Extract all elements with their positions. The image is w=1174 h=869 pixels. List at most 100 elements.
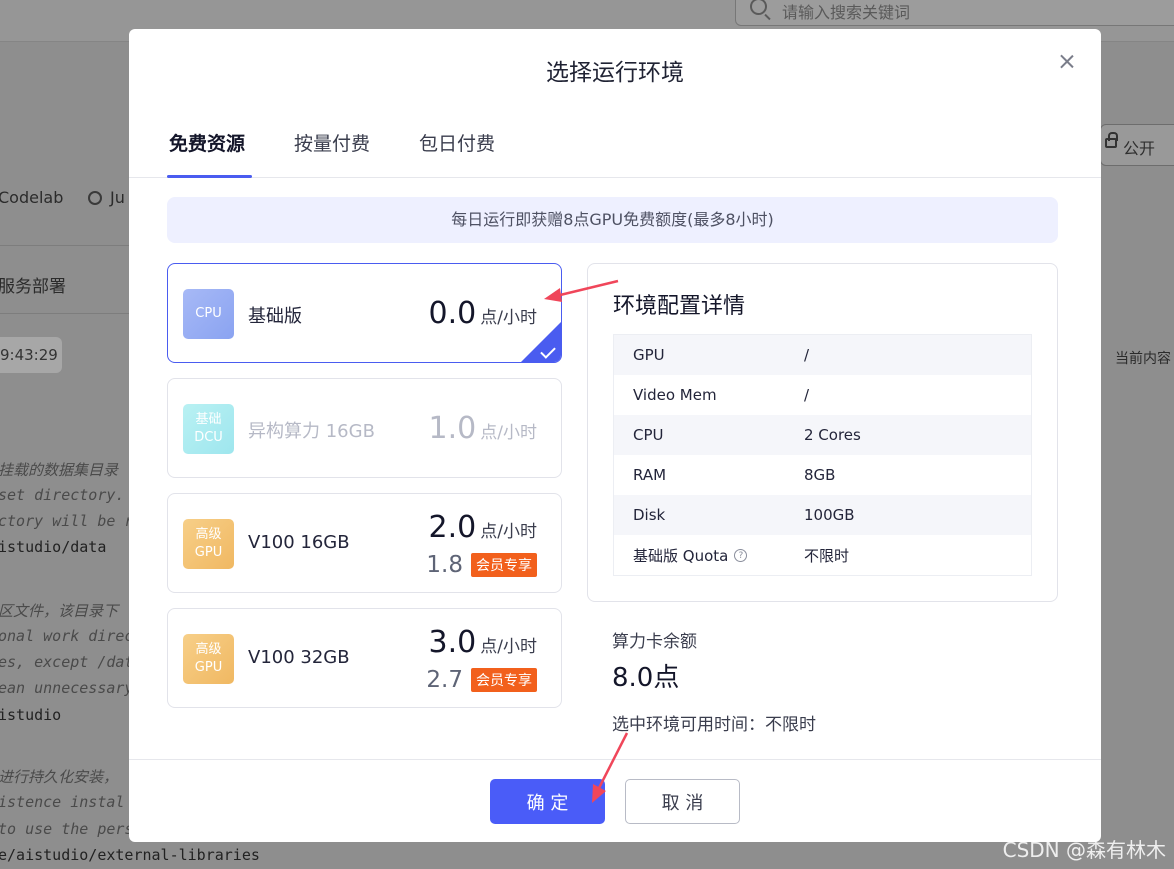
- tab-daily-billing[interactable]: 包日付费: [419, 129, 495, 156]
- details-title: 环境配置详情: [613, 294, 746, 319]
- confirm-button[interactable]: 确 定: [490, 779, 605, 824]
- member-price: 1.8 会员专享: [426, 552, 537, 578]
- cancel-button[interactable]: 取 消: [625, 779, 740, 824]
- dialog-title: 选择运行环境: [546, 60, 684, 86]
- code-line: istence instal: [0, 793, 125, 811]
- nav-item-label: Ju: [110, 188, 125, 207]
- balance-label: 算力卡余额: [612, 632, 697, 652]
- code-line: ean unnecessary: [0, 679, 134, 697]
- close-icon[interactable]: [1057, 51, 1077, 71]
- help-icon[interactable]: ?: [734, 548, 748, 562]
- plan-card-v100-16gb[interactable]: 高级 GPU V100 16GB 2.0 点/小时 1.8 会员专享: [167, 493, 562, 593]
- nav-item-codelab[interactable]: Codelab: [0, 188, 63, 207]
- price-value: 2.0: [428, 510, 477, 545]
- spec-key: GPU: [633, 346, 665, 364]
- member-price: 2.7 会员专享: [426, 667, 537, 693]
- spec-value: /: [804, 346, 810, 364]
- badge-text: 基础: [195, 412, 222, 427]
- badge-text: GPU: [194, 660, 223, 675]
- cpu-badge: CPU: [183, 289, 234, 339]
- plan-price: 3.0 点/小时: [429, 625, 537, 660]
- member-price-value: 2.7: [426, 667, 463, 693]
- spec-value: 不限时: [804, 546, 850, 565]
- available-time: 选中环境可用时间：不限时: [612, 715, 816, 735]
- dcu-badge: 基础 DCU: [183, 404, 234, 454]
- plan-name: 基础版: [248, 306, 302, 327]
- spec-key: Disk: [633, 506, 666, 524]
- code-line: onal work direc: [0, 627, 134, 645]
- spec-value: /: [804, 386, 810, 404]
- plan-card-dcu: 基础 DCU 异构算力 16GB 1.0 点/小时: [167, 378, 562, 478]
- badge-text: CPU: [195, 306, 222, 321]
- free-quota-notice: 每日运行即获赠8点GPU免费额度(最多8小时): [167, 197, 1058, 243]
- spec-table: GPU / Video Mem / CPU 2 Cores RAM 8GB Disk 10…: [613, 334, 1032, 576]
- environment-details-panel: 环境配置详情 GPU / Video Mem / CPU 2 Cores RAM 8GB…: [587, 263, 1058, 602]
- plan-name: V100 32GB: [248, 647, 350, 668]
- search-input[interactable]: 请输入搜索关键词: [735, 0, 1174, 26]
- price-unit: 点/小时: [480, 423, 537, 443]
- plan-name: 异构算力 16GB: [248, 421, 375, 442]
- dialog-footer: 确 定 取 消: [129, 759, 1101, 842]
- code-line: 挂载的数据集目录: [0, 461, 119, 479]
- search-icon: [750, 0, 767, 15]
- watermark: CSDN @森有林木: [1002, 838, 1166, 862]
- spec-value: 8GB: [804, 466, 836, 484]
- search-placeholder: 请输入搜索关键词: [782, 3, 911, 22]
- spec-row: GPU /: [614, 335, 1031, 375]
- member-tag: 会员专享: [471, 553, 537, 577]
- spec-key-with-help: 基础版 Quota?: [614, 545, 804, 566]
- pricing-tabs: 免费资源 按量付费 包日付费: [129, 125, 1101, 178]
- publish-button[interactable]: 公开: [1100, 124, 1174, 166]
- selected-corner: [521, 322, 561, 362]
- current-content-label: 当前内容: [1115, 351, 1171, 367]
- jupyter-icon: [88, 191, 102, 205]
- nav-item-jupyter[interactable]: Ju: [88, 188, 125, 207]
- code-line: to use the pers: [0, 820, 134, 838]
- code-line: e/aistudio/external-libraries: [0, 846, 260, 864]
- gpu-badge: 高级 GPU: [183, 519, 234, 569]
- divider: [0, 245, 130, 246]
- price-unit: 点/小时: [480, 637, 537, 657]
- gpu-badge: 高级 GPU: [183, 634, 234, 684]
- spec-value: 100GB: [804, 506, 855, 524]
- code-line: ctory will be r: [0, 512, 134, 530]
- spec-key: Video Mem: [633, 386, 717, 404]
- badge-text: 高级: [195, 527, 222, 542]
- badge-text: 高级: [195, 642, 222, 657]
- spec-row: CPU 2 Cores: [614, 415, 1031, 455]
- code-line: istudio/data: [0, 538, 107, 556]
- plan-price: 2.0 点/小时: [429, 510, 537, 545]
- spec-row: Disk 100GB: [614, 495, 1031, 535]
- member-tag: 会员专享: [471, 668, 537, 692]
- badge-text: GPU: [194, 545, 223, 560]
- member-price-value: 1.8: [426, 552, 463, 578]
- plan-card-basic[interactable]: CPU 基础版 0.0 点/小时: [167, 263, 562, 363]
- price-unit: 点/小时: [480, 522, 537, 542]
- spec-row: RAM 8GB: [614, 455, 1031, 495]
- spec-row: Video Mem /: [614, 375, 1031, 415]
- price-value: 3.0: [428, 625, 477, 660]
- tab-free-resources[interactable]: 免费资源: [169, 129, 245, 156]
- spec-row: 基础版 Quota? 不限时: [614, 535, 1031, 575]
- badge-text: DCU: [194, 430, 223, 445]
- spec-value: 2 Cores: [804, 426, 861, 444]
- plan-card-v100-32gb[interactable]: 高级 GPU V100 32GB 3.0 点/小时 2.7 会员专享: [167, 608, 562, 708]
- price-value: 0.0: [428, 296, 477, 331]
- spec-key: RAM: [633, 466, 667, 484]
- price-value: 1.0: [428, 411, 477, 446]
- section-label: 服务部署: [0, 277, 66, 297]
- code-line: es, except /dat: [0, 653, 134, 671]
- tab-pay-as-you-go[interactable]: 按量付费: [294, 129, 370, 156]
- code-line: 进行持久化安装，: [0, 768, 119, 786]
- time-chip: 9:43:29: [0, 337, 62, 373]
- spec-key: CPU: [633, 426, 664, 444]
- plan-price: 1.0 点/小时: [429, 411, 537, 446]
- active-tab-indicator: [167, 175, 252, 178]
- code-line: 区文件，该目录下: [0, 602, 119, 620]
- select-environment-dialog: 选择运行环境 免费资源 按量付费 包日付费 每日运行即获赠8点GPU免费额度(最…: [129, 29, 1101, 842]
- spec-key: 基础版 Quota: [633, 546, 729, 565]
- code-line: set directory.: [0, 486, 125, 504]
- balance-value: 8.0点: [612, 663, 680, 693]
- publish-label: 公开: [1123, 139, 1156, 158]
- lock-icon: [1105, 132, 1118, 148]
